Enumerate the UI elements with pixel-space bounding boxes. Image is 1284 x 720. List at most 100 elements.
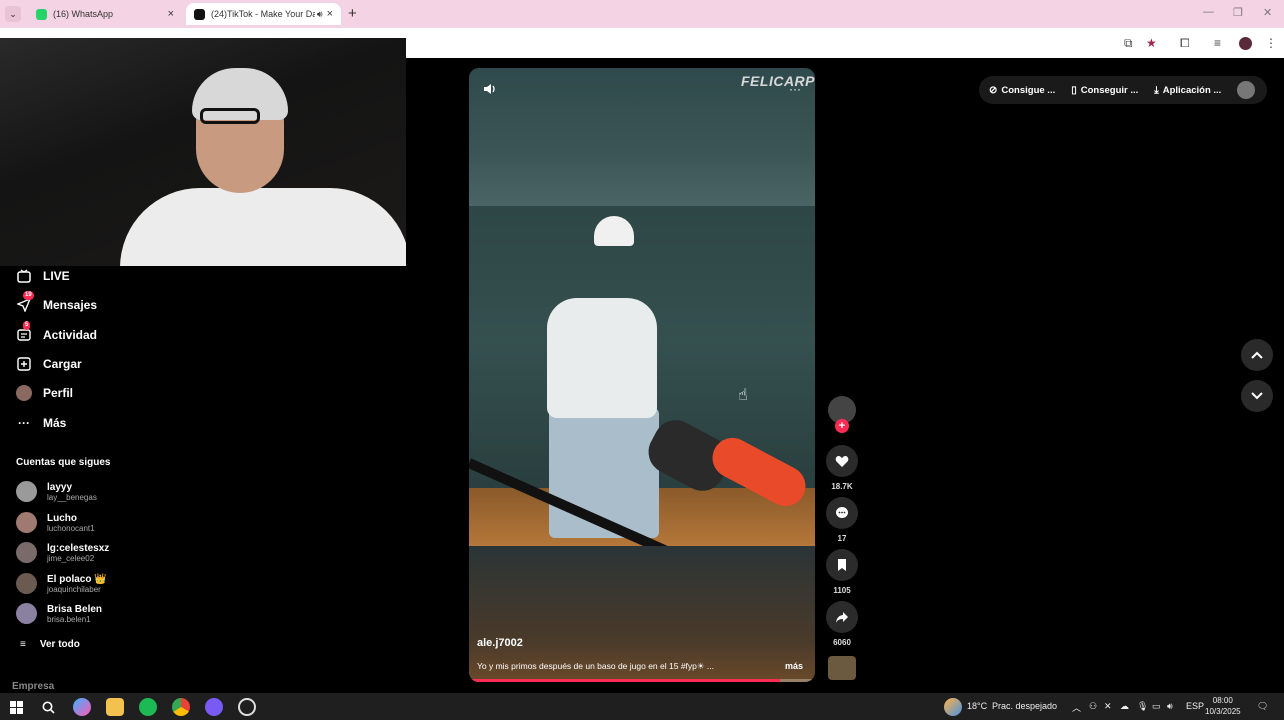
video-progress-bar[interactable] [469,679,815,682]
install-app-icon[interactable]: ⧉ [1124,36,1133,51]
cloud-icon[interactable]: ☁︎ [1120,701,1129,712]
clock-date: 10/3/2025 [1205,707,1241,716]
video-more-icon[interactable]: ··· [789,82,801,96]
notification-icon[interactable]: 🗨︎ [1257,701,1268,712]
comment-count: 17 [837,534,847,543]
chevron-up-icon [1251,351,1263,359]
account-handle: lay__benegas [47,492,97,502]
following-account[interactable]: Brisa Belen brisa.belen1 [16,603,102,624]
search-icon[interactable] [39,698,57,716]
tab-whatsapp[interactable]: (16) WhatsApp × [28,3,182,25]
tab-search-button[interactable]: ⌄ [5,6,21,22]
extensions-icon[interactable]: ⧠ [1180,36,1190,51]
tray-muted-icon[interactable]: ✕ [1104,701,1112,712]
chevron-down-icon [1251,392,1263,400]
video-player[interactable]: FELICARP ··· ale.j7002 Yo y mis primos d… [469,68,815,682]
clock-time: 08:00 [1212,696,1233,705]
bookmark-icon[interactable] [826,549,858,581]
music-disc-icon[interactable] [828,656,856,680]
spotify-icon[interactable] [139,698,157,716]
share-arrow-icon[interactable] [826,601,858,633]
discord-icon[interactable] [205,698,223,716]
minimize-icon[interactable]: — [1203,6,1214,18]
menu-kebab-icon[interactable]: ⋮ [1265,36,1277,50]
profile-avatar[interactable] [1239,37,1252,50]
activity-inbox-icon: 5 [16,321,32,343]
sidebar-item-label: LIVE [43,269,70,283]
previous-video-button[interactable] [1241,339,1273,371]
weather-temp[interactable]: 18°C [967,701,987,711]
tab-close-icon[interactable]: × [168,8,174,20]
video-watermark: FELICARP [741,73,815,89]
sidebar-item-live[interactable]: LIVE [16,268,70,284]
comment-icon[interactable] [826,497,858,529]
like-action[interactable]: 18.7K [826,445,858,491]
footer-link-empresa[interactable]: Empresa [12,681,54,692]
sidebar-item-cargar[interactable]: Cargar [16,356,82,372]
close-window-icon[interactable]: ✕ [1263,6,1272,19]
account-name: lg:celestesxz [47,542,110,554]
top-action-label: Conseguir ... [1080,84,1139,96]
follow-plus-icon[interactable]: + [835,419,849,433]
tab-tiktok[interactable]: (24)TikTok - Make Your Day 🔊︎ × [186,3,341,25]
maximize-icon[interactable]: ❐ [1233,6,1243,19]
tab-title: (16) WhatsApp [53,9,114,19]
comment-action[interactable]: 17 [826,497,858,543]
see-all-button[interactable]: ≡ Ver todo [20,639,80,650]
tray-app-icon[interactable]: ⚇ [1089,701,1097,712]
microphone-icon[interactable]: 🎙︎ [1137,701,1148,712]
see-all-label: Ver todo [39,639,80,650]
obs-icon[interactable] [238,698,256,716]
get-coins-button[interactable]: ⊘ Consigue ... [989,85,1055,96]
sidebar-item-mas[interactable]: ··· Más [16,415,66,431]
volume-icon[interactable]: 🔊︎ [1167,701,1173,712]
profile-avatar[interactable] [1237,81,1255,99]
following-account[interactable]: Lucho luchonocant1 [16,512,95,533]
avatar [16,542,37,563]
sidebar-item-label: Cargar [43,357,82,371]
sidebar-item-mensajes[interactable]: 19 Mensajes [16,291,97,313]
share-action[interactable]: 6060 [826,601,858,647]
weather-icon[interactable] [944,698,962,716]
volume-icon[interactable] [483,82,499,98]
next-video-button[interactable] [1241,380,1273,412]
following-account[interactable]: El polaco 👑 joaquinchilaber [16,573,107,594]
avatar [16,512,37,533]
new-tab-button[interactable]: + [348,5,357,22]
speaker-icon[interactable]: 🔊︎ [317,9,323,20]
webcam-shirt [120,188,406,266]
heart-icon[interactable] [826,445,858,477]
sidebar-item-actividad[interactable]: 5 Actividad [16,321,97,343]
tab-title: (24)TikTok - Make Your Day [211,9,315,19]
following-account[interactable]: lg:celestesxz jime_celee02 [16,542,109,563]
language-indicator[interactable]: ESP [1186,701,1204,711]
system-clock[interactable]: 08:00 10/3/2025 [1205,695,1241,717]
mouse-cursor-icon: ☝︎ [738,387,748,404]
network-icon[interactable]: ▭ [1152,701,1161,712]
save-action[interactable]: 1105 [826,549,858,595]
media-control-icon[interactable]: ≡ [1214,36,1221,50]
copilot-icon[interactable] [73,698,91,716]
desktop-app-button[interactable]: ⤓ Aplicación ... [1154,85,1221,96]
paper-plane-icon: 19 [16,291,34,313]
account-name: Lucho [47,512,77,524]
account-name: El polaco 👑 [47,573,107,585]
top-action-label: Consigue ... [1001,84,1056,96]
file-explorer-icon[interactable] [106,698,124,716]
tab-close-icon[interactable]: × [327,8,333,20]
download-icon: ⤓ [1154,84,1159,96]
like-count: 18.7K [831,482,853,491]
sidebar-item-perfil[interactable]: Perfil [16,385,73,401]
weather-desc[interactable]: Prac. despejado [992,701,1057,711]
following-account[interactable]: layyy lay__benegas [16,481,97,502]
bookmark-star-icon[interactable]: ★ [1146,36,1157,50]
chevron-up-icon[interactable]: ︿ [1072,701,1081,714]
avatar [16,385,32,401]
share-count: 6060 [833,638,851,647]
caption-more-button[interactable]: más [785,661,803,671]
chrome-icon[interactable] [172,698,190,716]
get-app-button[interactable]: ▯ Conseguir ... [1071,85,1138,96]
windows-start-icon[interactable] [7,698,25,716]
account-handle: jime_celee02 [47,553,95,563]
video-author[interactable]: ale.j7002 [477,637,523,649]
